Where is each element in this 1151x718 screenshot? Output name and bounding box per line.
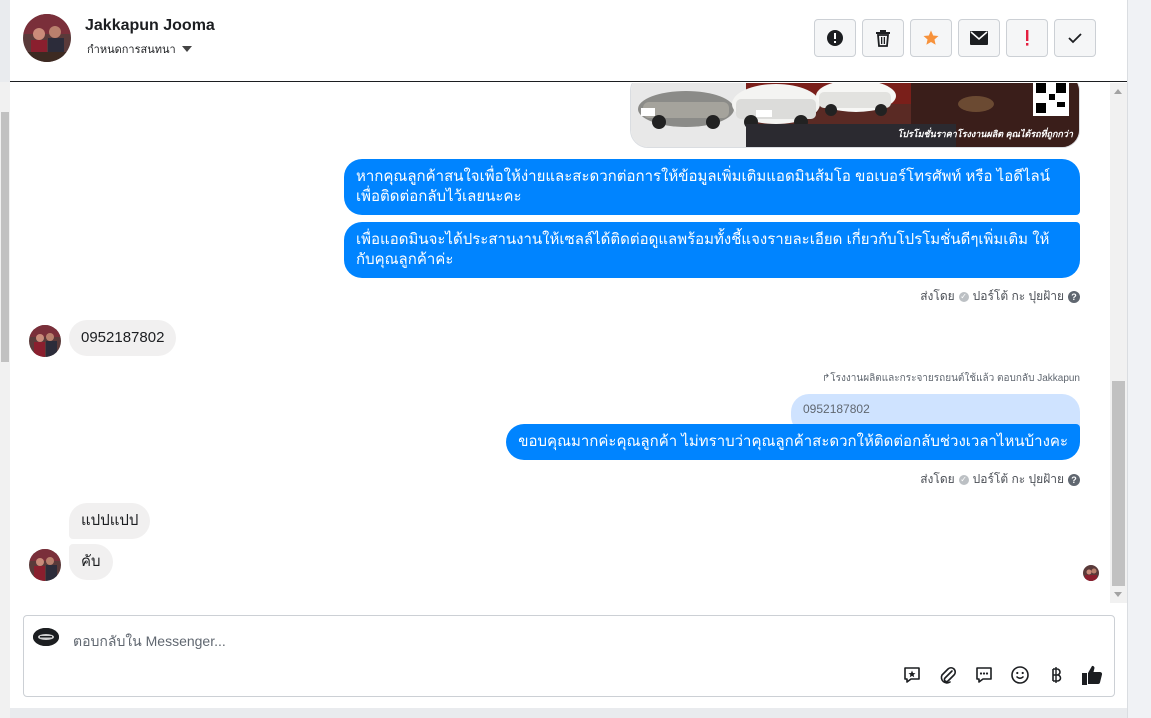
incoming-message-2[interactable]: แปปแปป <box>69 503 151 539</box>
help-icon[interactable]: ? <box>1068 290 1080 303</box>
assign-conversation-dropdown[interactable]: กำหนดการสนทนา <box>87 40 192 58</box>
paperclip-icon <box>940 666 957 684</box>
reply-meta-text: โรงงานผลิตและกระจายรถยนต์ใช้แล้ว ตอบกลับ… <box>830 373 1080 384</box>
message-composer[interactable]: ตอบกลับใน Messenger... <box>23 615 1115 697</box>
follow-up-button[interactable] <box>1006 19 1048 57</box>
chat-bubble-icon <box>976 667 992 683</box>
promo-image-card[interactable]: โปรโมชั่นราคาโรงงานผลิต คุณได้รถที่ถูกกว… <box>630 83 1080 148</box>
right-divider <box>1127 0 1128 718</box>
like-button[interactable] <box>1081 664 1103 686</box>
star-button[interactable] <box>910 19 952 57</box>
sent-by-line-1: ส่งโดย ✓ ปอร์โต้ กะ ปุยฝ้าย ? <box>920 287 1080 306</box>
contact-avatar-small[interactable] <box>29 549 61 581</box>
assign-conversation-label: กำหนดการสนทนา <box>87 44 176 56</box>
payment-button[interactable] <box>1045 664 1067 686</box>
sent-by-label: ส่งโดย <box>920 472 955 486</box>
seen-indicator-avatar <box>1083 565 1099 581</box>
attach-file-button[interactable] <box>937 664 959 686</box>
saved-reply-icon <box>904 667 920 683</box>
incoming-message-3[interactable]: คับ <box>69 544 113 580</box>
sent-by-line-2: ส่งโดย ✓ ปอร์โต้ กะ ปุยฝ้าย ? <box>920 470 1080 489</box>
left-scrollbar[interactable] <box>0 82 10 718</box>
scroll-down-arrow[interactable] <box>1114 592 1122 597</box>
contact-avatar[interactable] <box>23 14 71 62</box>
thread-scrollbar[interactable] <box>1110 83 1127 603</box>
outgoing-message-2[interactable]: เพื่อแอดมินจะได้ประสานงานให้เซลล์ได้ติดต… <box>344 222 1080 278</box>
promo-caption: โปรโมชั่นราคาโรงงานผลิต คุณได้รถที่ถูกกว… <box>897 129 1073 139</box>
alert-circle-icon <box>827 30 843 46</box>
trash-icon <box>876 30 890 47</box>
smiley-icon <box>1011 666 1029 684</box>
thumbs-up-icon <box>1082 665 1103 685</box>
caret-down-icon <box>181 46 192 52</box>
sender-name[interactable]: ปอร์โต้ กะ ปุยฝ้าย <box>973 470 1064 489</box>
mark-unread-button[interactable] <box>958 19 1000 57</box>
conversation-panel: Jakkapun Jooma กำหนดการสนทนา โปรโมชั่นรา… <box>10 0 1127 708</box>
conversation-header: Jakkapun Jooma กำหนดการสนทนา <box>10 0 1127 82</box>
quick-reply-button[interactable] <box>973 664 995 686</box>
scroll-up-arrow[interactable] <box>1114 89 1122 94</box>
contact-avatar-small[interactable] <box>29 325 61 357</box>
emoji-button[interactable] <box>1009 664 1031 686</box>
outgoing-message-1[interactable]: หากคุณลูกค้าสนใจเพื่อให้ง่ายและสะดวกต่อก… <box>344 159 1080 215</box>
reply-input[interactable]: ตอบกลับใน Messenger... <box>73 631 226 653</box>
message-thread[interactable]: โปรโมชั่นราคาโรงงานผลิต คุณได้รถที่ถูกกว… <box>10 83 1110 603</box>
star-icon <box>923 30 939 45</box>
reply-meta: ↱โรงงานผลิตและกระจายรถยนต์ใช้แล้ว ตอบกลั… <box>822 371 1080 386</box>
envelope-icon <box>970 31 988 45</box>
exclamation-icon <box>1026 30 1029 46</box>
help-icon[interactable]: ? <box>1068 473 1080 486</box>
incoming-message-1[interactable]: 0952187802 <box>69 320 177 356</box>
right-background <box>1127 0 1151 718</box>
reply-arrow-icon: ↱ <box>821 373 831 384</box>
sender-name[interactable]: ปอร์โต้ กะ ปุยฝ้าย <box>973 287 1064 306</box>
left-scrollbar-thumb[interactable] <box>1 112 9 362</box>
baht-currency-icon <box>1052 667 1062 683</box>
outgoing-message-3[interactable]: ขอบคุณมากค่ะคุณลูกค้า ไม่ทราบว่าคุณลูกค้… <box>506 424 1080 460</box>
verified-icon: ✓ <box>958 474 969 485</box>
contact-name[interactable]: Jakkapun Jooma <box>85 17 215 35</box>
saved-replies-button[interactable] <box>901 664 923 686</box>
sent-by-label: ส่งโดย <box>920 289 955 303</box>
mark-done-button[interactable] <box>1054 19 1096 57</box>
thread-scrollbar-thumb[interactable] <box>1112 381 1125 586</box>
delete-button[interactable] <box>862 19 904 57</box>
report-spam-button[interactable] <box>814 19 856 57</box>
verified-icon: ✓ <box>958 291 969 302</box>
page-avatar <box>33 628 59 646</box>
checkmark-icon <box>1068 33 1082 44</box>
